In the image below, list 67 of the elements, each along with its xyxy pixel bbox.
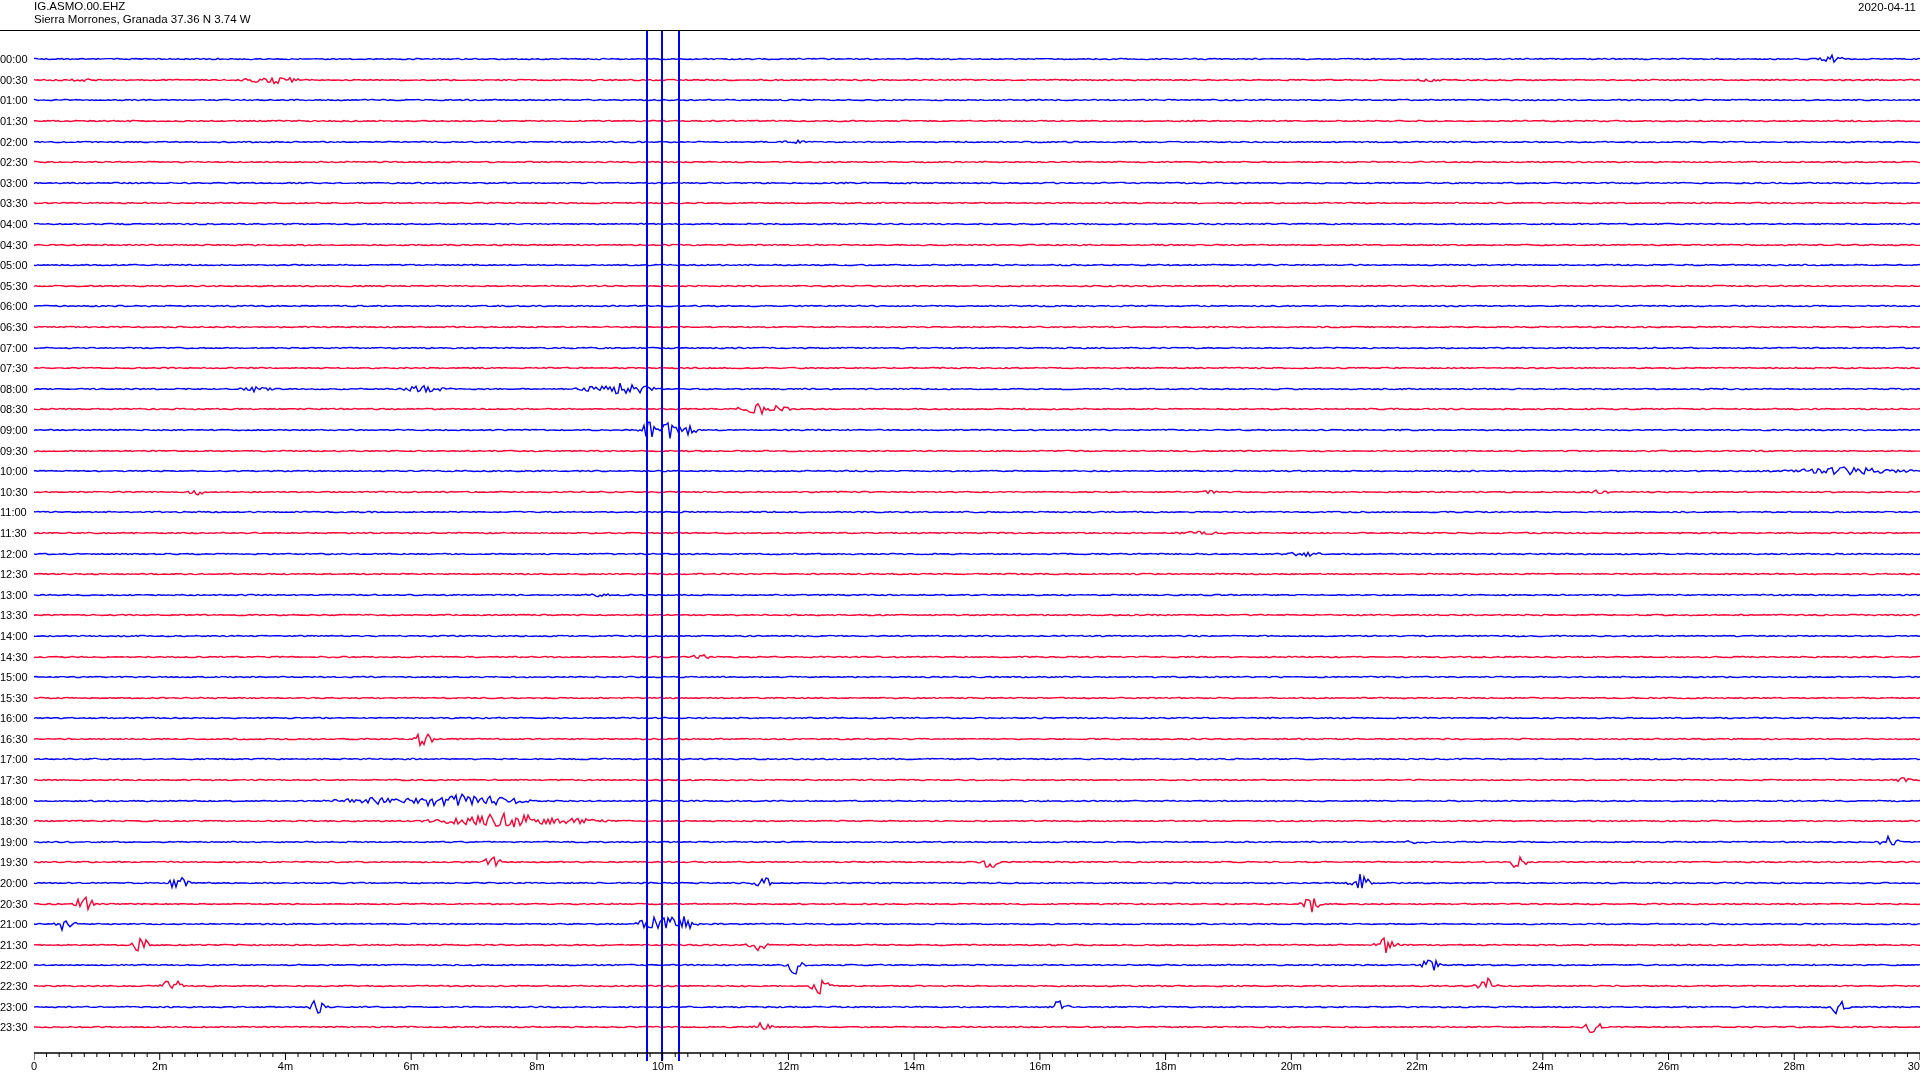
time-label: 22:30 bbox=[0, 980, 29, 992]
axis-tick-label: 28m bbox=[1783, 1059, 1805, 1072]
time-label: 08:00 bbox=[0, 382, 29, 395]
record-date: 2020-04-11 bbox=[1858, 0, 1916, 15]
axis-tick-label: 20m bbox=[1280, 1059, 1303, 1072]
axis-tick-label: 26m bbox=[1657, 1059, 1680, 1072]
time-label: 01:00 bbox=[0, 94, 29, 107]
axis-tick-label: 6m bbox=[403, 1059, 419, 1072]
station-location: Sierra Morrones, Granada 37.36 N 3.74 W bbox=[34, 13, 251, 26]
time-label: 17:00 bbox=[0, 753, 29, 766]
time-label: 07:00 bbox=[0, 341, 29, 354]
time-label: 20:30 bbox=[0, 897, 29, 910]
time-label: 12:30 bbox=[0, 568, 29, 581]
time-label: 11:30 bbox=[0, 526, 28, 539]
axis-tick-label: 24m bbox=[1532, 1059, 1554, 1072]
axis-tick-label: 0 bbox=[30, 1059, 38, 1072]
axis-tick-label: 22m bbox=[1406, 1059, 1428, 1072]
time-label: 13:00 bbox=[0, 588, 29, 601]
axis-tick-label: 2m bbox=[152, 1059, 168, 1072]
time-label: 00:30 bbox=[0, 73, 29, 86]
time-label: 14:30 bbox=[0, 650, 29, 663]
time-label: 08:30 bbox=[0, 403, 29, 416]
time-label: 05:30 bbox=[0, 279, 29, 292]
time-label: 09:30 bbox=[0, 444, 29, 457]
time-label: 23:30 bbox=[0, 1021, 29, 1034]
time-label: 20:00 bbox=[0, 877, 29, 890]
axis-tick-label: 12m bbox=[777, 1059, 800, 1072]
time-label: 12:00 bbox=[0, 547, 29, 560]
time-label: 15:30 bbox=[0, 691, 29, 704]
time-label: 00:00 bbox=[0, 53, 29, 66]
time-label: 19:30 bbox=[0, 856, 29, 869]
axis-tick-label: 30 bbox=[1907, 1059, 1920, 1072]
time-label: 01:30 bbox=[0, 115, 29, 128]
time-label: 16:00 bbox=[0, 712, 29, 725]
axis-tick-label: 18m bbox=[1154, 1059, 1177, 1072]
time-label: 21:30 bbox=[0, 938, 29, 951]
time-label: 21:00 bbox=[0, 918, 29, 931]
time-label: 09:00 bbox=[0, 424, 29, 436]
station-code: IG.ASMO.00.EHZ bbox=[34, 0, 127, 13]
time-label: 10:00 bbox=[0, 465, 29, 478]
axis-tick-label: 4m bbox=[277, 1059, 294, 1072]
axis-tick-label: 16m bbox=[1029, 1059, 1051, 1072]
time-label: 19:00 bbox=[0, 835, 29, 848]
time-label: 04:00 bbox=[0, 218, 29, 231]
time-label: 10:30 bbox=[0, 485, 29, 498]
time-label: 05:00 bbox=[0, 259, 29, 272]
axis-tick-label: 10m bbox=[651, 1059, 674, 1072]
time-label: 18:00 bbox=[0, 794, 29, 807]
time-label: 18:30 bbox=[0, 815, 29, 828]
time-label: 13:30 bbox=[0, 609, 29, 622]
time-label: 03:00 bbox=[0, 176, 29, 189]
time-label: 16:30 bbox=[0, 732, 29, 745]
time-label: 23:00 bbox=[0, 1000, 29, 1013]
time-label: 15:00 bbox=[0, 671, 29, 684]
time-label: 06:00 bbox=[0, 300, 29, 313]
time-label: 04:30 bbox=[0, 238, 29, 251]
time-label: 02:30 bbox=[0, 156, 29, 169]
axis-tick-label: 8m bbox=[529, 1059, 545, 1072]
time-label: 03:30 bbox=[0, 197, 29, 210]
time-label: 14:00 bbox=[0, 629, 29, 642]
time-label: 11:00 bbox=[0, 506, 28, 519]
time-label: 22:00 bbox=[0, 959, 29, 972]
time-label: 06:30 bbox=[0, 321, 29, 333]
time-label: 02:00 bbox=[0, 135, 29, 148]
time-label: 07:30 bbox=[0, 362, 29, 375]
time-label: 17:30 bbox=[0, 774, 29, 787]
axis-tick-label: 14m bbox=[903, 1059, 925, 1072]
